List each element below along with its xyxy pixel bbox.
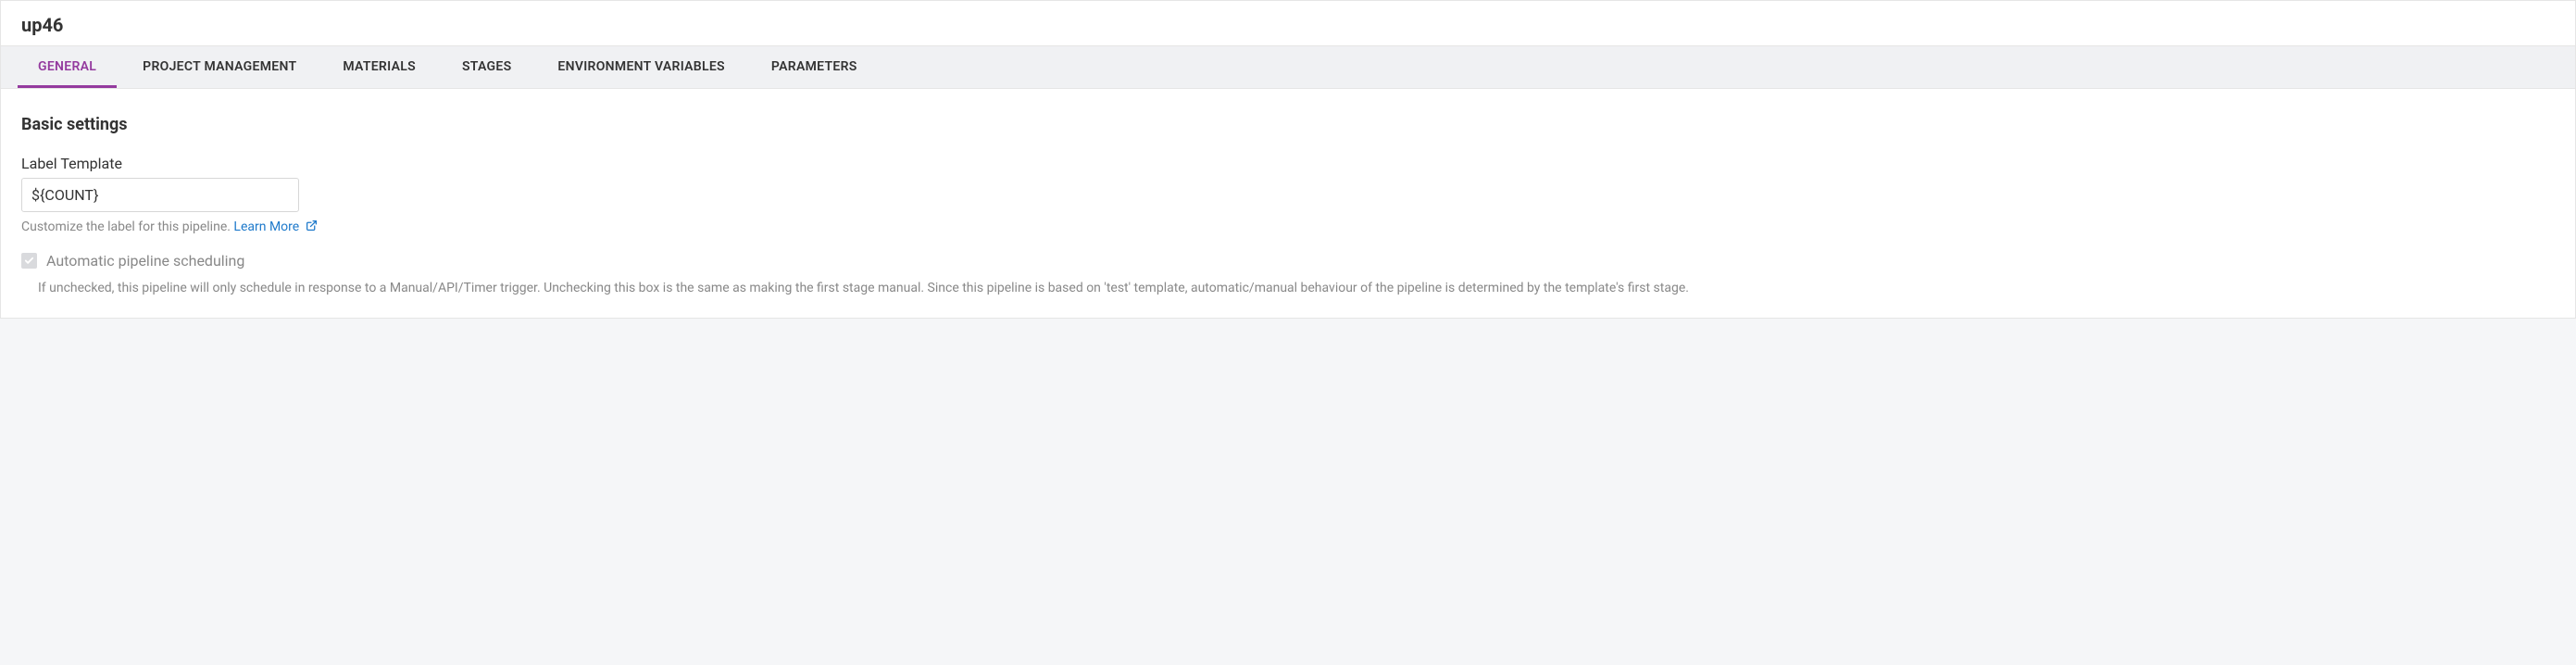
pipeline-settings-panel: up46 GENERAL PROJECT MANAGEMENT MATERIAL… xyxy=(0,0,2576,319)
auto-schedule-row: Automatic pipeline scheduling xyxy=(21,252,2555,270)
label-template-input[interactable] xyxy=(21,178,299,212)
auto-schedule-checkbox xyxy=(21,253,37,269)
tab-stages[interactable]: STAGES xyxy=(442,46,531,88)
label-template-label: Label Template xyxy=(21,155,2555,172)
tab-project-management[interactable]: PROJECT MANAGEMENT xyxy=(122,46,317,88)
label-template-group: Label Template Customize the label for t… xyxy=(21,155,2555,235)
label-template-help-text: Customize the label for this pipeline. xyxy=(21,220,233,234)
panel-header: up46 xyxy=(1,1,2575,45)
label-template-help: Customize the label for this pipeline. L… xyxy=(21,220,2555,235)
auto-schedule-label: Automatic pipeline scheduling xyxy=(46,252,244,270)
external-link-icon xyxy=(306,220,318,235)
check-icon xyxy=(24,256,34,266)
tab-environment-variables[interactable]: ENVIRONMENT VARIABLES xyxy=(537,46,744,88)
section-title: Basic settings xyxy=(21,115,2555,134)
page-title: up46 xyxy=(21,14,2555,36)
tab-general[interactable]: GENERAL xyxy=(18,46,117,88)
tab-parameters[interactable]: PARAMETERS xyxy=(751,46,878,88)
tab-materials[interactable]: MATERIALS xyxy=(322,46,436,88)
learn-more-link[interactable]: Learn More xyxy=(233,220,317,234)
tab-bar: GENERAL PROJECT MANAGEMENT MATERIALS STA… xyxy=(1,45,2575,89)
auto-schedule-description: If unchecked, this pipeline will only sc… xyxy=(38,279,2555,297)
tab-content: Basic settings Label Template Customize … xyxy=(1,89,2575,318)
learn-more-text: Learn More xyxy=(233,220,299,234)
